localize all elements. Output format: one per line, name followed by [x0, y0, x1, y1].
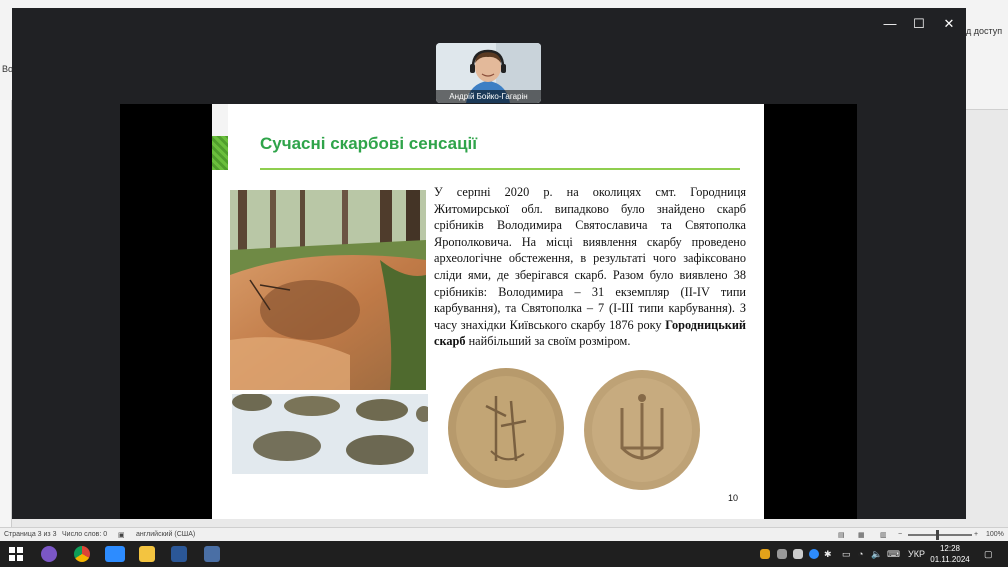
- body-text-part1: У серпні 2020 р. на околицях смт. Городн…: [434, 185, 746, 332]
- status-language[interactable]: английский (США): [136, 531, 195, 538]
- coin-trident-image: [584, 370, 700, 490]
- notifications-icon[interactable]: ▢: [984, 549, 993, 560]
- zoom-in-icon[interactable]: +: [974, 531, 978, 538]
- status-page[interactable]: Страница 3 из 3: [4, 531, 56, 538]
- title-underline: [260, 168, 740, 170]
- zoom-tray-icon[interactable]: [809, 549, 819, 559]
- participant-name: Андрій Бойко-Гагарін: [436, 90, 541, 103]
- windows-taskbar: ✱ ▭ ◔ 🔈 ⌨ УКР 12:28 01.11.2024 ▢: [0, 541, 1008, 567]
- vertical-ruler: [0, 100, 12, 527]
- tray-app-icon[interactable]: [760, 549, 770, 559]
- excavation-photo: [230, 190, 426, 390]
- input-language[interactable]: УКР: [908, 549, 925, 559]
- zoom-title-bar: [12, 8, 966, 42]
- presentation-slide: Сучасні скарбові сенсації У серпні 2020 …: [212, 104, 764, 519]
- chrome-icon[interactable]: [74, 546, 90, 562]
- taskbar-clock[interactable]: 12:28 01.11.2024: [926, 543, 974, 565]
- proofing-icon[interactable]: ▣: [118, 531, 125, 539]
- print-layout-icon[interactable]: ▦: [858, 531, 865, 539]
- zoom-level[interactable]: 100%: [986, 531, 1004, 538]
- coins-photo: [232, 394, 428, 474]
- clock-time: 12:28: [939, 544, 961, 553]
- file-explorer-icon[interactable]: [139, 546, 155, 562]
- tray-icon[interactable]: [777, 549, 787, 559]
- word-status-bar: Страница 3 из 3 Число слов: 0 ▣ английск…: [0, 527, 1008, 541]
- slide-body-text: У серпні 2020 р. на околицях смт. Городн…: [434, 184, 746, 350]
- battery-icon[interactable]: ▭: [842, 549, 851, 560]
- read-mode-icon[interactable]: ▤: [838, 531, 845, 539]
- bluetooth-icon[interactable]: ✱: [824, 549, 832, 560]
- keyboard-icon[interactable]: ⌨: [887, 549, 900, 560]
- status-word-count[interactable]: Число слов: 0: [62, 531, 107, 538]
- windows-start-icon[interactable]: [8, 546, 24, 562]
- clock-date: 01.11.2024: [930, 555, 970, 564]
- participant-video-tile[interactable]: Андрій Бойко-Гагарін: [436, 43, 541, 103]
- zoom-slider-thumb[interactable]: [936, 530, 939, 540]
- viber-icon[interactable]: [41, 546, 57, 562]
- wifi-icon[interactable]: ◔: [858, 549, 863, 559]
- app-icon[interactable]: [204, 546, 220, 562]
- close-button[interactable]: ✕: [939, 16, 959, 32]
- zoom-slider[interactable]: [908, 534, 972, 536]
- slide-page-number: 10: [728, 493, 739, 503]
- slide-decor-band: [212, 104, 228, 170]
- zoom-out-icon[interactable]: −: [898, 531, 902, 538]
- word-app-icon[interactable]: [171, 546, 187, 562]
- slide-title: Сучасні скарбові сенсації: [260, 134, 478, 153]
- ribbon-share-label[interactable]: д доступ: [966, 26, 1002, 36]
- volume-icon[interactable]: 🔈: [871, 549, 882, 560]
- maximize-button[interactable]: ☐: [909, 16, 929, 32]
- tray-icon[interactable]: [793, 549, 803, 559]
- web-layout-icon[interactable]: ▥: [880, 531, 887, 539]
- body-text-part2: найбільший за своїм розміром.: [465, 334, 631, 349]
- coin-volodymyr-image: [448, 368, 564, 488]
- minimize-button[interactable]: —: [880, 16, 900, 32]
- zoom-app-icon[interactable]: [105, 546, 125, 562]
